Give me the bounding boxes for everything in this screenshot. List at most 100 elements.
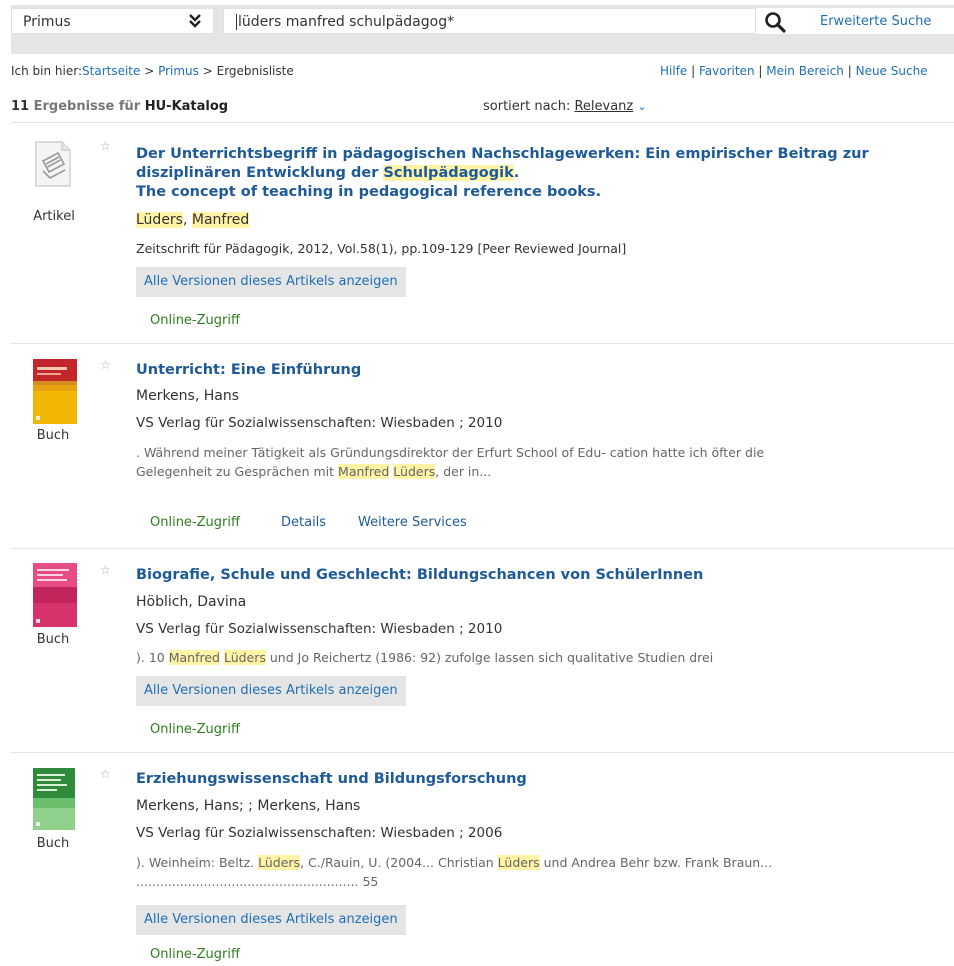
- snippet-highlight: Manfred: [168, 650, 220, 665]
- breadcrumb-home-link[interactable]: Startseite: [82, 64, 140, 78]
- all-versions-button[interactable]: Alle Versionen dieses Artikels anzeigen: [136, 676, 406, 706]
- result-type-label: Artikel: [33, 209, 75, 224]
- utility-links: Hilfe | Favoriten | Mein Bereich | Neue …: [660, 64, 954, 78]
- result-citation: Zeitschrift für Pädagogik, 2012, Vol.58(…: [136, 241, 627, 256]
- author-highlight: Lüders: [136, 212, 183, 228]
- breadcrumb-primus-link[interactable]: Primus: [158, 64, 199, 78]
- result-title[interactable]: Unterricht: Eine Einführung: [136, 361, 946, 380]
- breadcrumb-current: Ergebnisliste: [216, 64, 294, 78]
- result-type-label: Buch: [36, 428, 70, 443]
- breadcrumb-prefix: Ich bin hier:: [11, 64, 83, 78]
- results-count-word: Ergebnisse: [29, 99, 119, 114]
- details-link[interactable]: Details: [281, 515, 326, 530]
- star-icon[interactable]: ☆: [100, 139, 111, 153]
- favorites-link[interactable]: Favoriten: [699, 64, 755, 78]
- search-icon: [765, 12, 786, 33]
- snippet-highlight: Lüders: [258, 855, 301, 870]
- search-button[interactable]: [756, 8, 808, 34]
- scope-select[interactable]: Primus: [11, 8, 214, 34]
- result-snippet: ). Weinheim: Beltz. Lüders, C./Rauin, U.…: [136, 853, 946, 891]
- result-title-line: The concept of teaching in pedagogical r…: [136, 184, 602, 200]
- breadcrumb-separator: >: [140, 64, 159, 78]
- snippet-text: und Andrea Behr bzw. Frank Braun...: [539, 855, 773, 870]
- snippet-line: Gelegenheit zu Gesprächen mit Manfred Lü…: [136, 462, 946, 481]
- star-icon[interactable]: ☆: [100, 358, 111, 372]
- online-access-link[interactable]: Online-Zugriff: [150, 313, 240, 328]
- snippet-line: ........................................…: [136, 874, 379, 889]
- snippet-line: . Während meiner Tätigkeit als Gründungs…: [136, 445, 765, 460]
- result-publisher: VS Verlag für Sozialwissenschaften: Wies…: [136, 621, 503, 637]
- utility-divider: |: [843, 64, 856, 78]
- snippet-text: , der in...: [435, 464, 492, 479]
- online-access-link[interactable]: Online-Zugriff: [150, 722, 240, 737]
- more-services-link[interactable]: Weitere Services: [358, 515, 467, 530]
- result-divider: [11, 548, 954, 549]
- result-title[interactable]: Biografie, Schule und Geschlecht: Bildun…: [136, 566, 946, 585]
- sort-control: sortiert nach: Relevanz ⌄: [483, 99, 647, 114]
- text-caret: [236, 14, 237, 30]
- star-icon[interactable]: ☆: [100, 563, 111, 577]
- double-chevron-down-icon: [189, 14, 201, 28]
- snippet-text: , C./Rauin, U. (2004... Christian: [300, 855, 498, 870]
- sort-select[interactable]: Relevanz: [574, 99, 633, 114]
- all-versions-button[interactable]: Alle Versionen dieses Artikels anzeigen: [136, 267, 406, 297]
- help-link[interactable]: Hilfe: [660, 64, 687, 78]
- book-cover-icon: [33, 768, 75, 830]
- author-text: ,: [182, 212, 192, 228]
- snippet-highlight: Manfred: [338, 464, 390, 479]
- snippet-line: ). 10 Manfred Lüders und Jo Reichertz (1…: [136, 648, 946, 667]
- result-snippet: . Während meiner Tätigkeit als Gründungs…: [136, 443, 946, 481]
- chevron-down-icon[interactable]: ⌄: [637, 100, 646, 113]
- results-count-number: 11: [11, 99, 30, 114]
- result-author[interactable]: Lüders, Manfred: [136, 212, 250, 228]
- results-for-word: für: [118, 99, 145, 114]
- online-access-link[interactable]: Online-Zugriff: [150, 515, 240, 530]
- scope-select-label: Primus: [23, 14, 71, 30]
- results-count: 11 Ergebnisse für HU-Katalog: [11, 99, 228, 114]
- snippet-text: ). Weinheim: Beltz.: [136, 855, 259, 870]
- result-author[interactable]: Merkens, Hans: [136, 388, 239, 404]
- result-title-highlight: Schulpädagogik: [383, 165, 514, 181]
- snippet-text: ). 10: [136, 650, 169, 665]
- result-author[interactable]: Höblich, Davina: [136, 594, 246, 610]
- result-publisher: VS Verlag für Sozialwissenschaften: Wies…: [136, 825, 503, 841]
- new-search-link[interactable]: Neue Suche: [856, 64, 928, 78]
- my-area-link[interactable]: Mein Bereich: [766, 64, 844, 78]
- advanced-search-label: Erweiterte Suche: [820, 14, 932, 29]
- result-type-label: Buch: [36, 836, 70, 851]
- book-cover-icon: [33, 359, 77, 424]
- snippet-text: Gelegenheit zu Gesprächen mit: [136, 464, 339, 479]
- snippet-highlight: Lüders: [497, 855, 540, 870]
- search-input-value: lüders manfred schulpädagog*: [238, 14, 455, 30]
- result-type-label: Buch: [36, 632, 70, 647]
- utility-divider: |: [754, 64, 767, 78]
- sort-label: sortiert nach:: [483, 99, 575, 114]
- all-versions-button[interactable]: Alle Versionen dieses Artikels anzeigen: [136, 905, 406, 935]
- result-title-line: Der Unterrichtsbegriff in pädagogischen …: [136, 146, 869, 162]
- result-title-line: disziplinären Entwicklung der Schulpädag…: [136, 164, 946, 183]
- snippet-highlight: Lüders: [223, 650, 266, 665]
- results-catalog-name: HU-Katalog: [144, 99, 229, 114]
- result-author[interactable]: Merkens, Hans; ; Merkens, Hans: [136, 798, 360, 814]
- snippet-text: und Jo Reichertz (1986: 92) zufolge lass…: [265, 650, 714, 665]
- result-divider: [11, 752, 954, 753]
- online-access-link[interactable]: Online-Zugriff: [150, 947, 240, 962]
- book-cover-icon: [33, 563, 77, 627]
- result-title[interactable]: Der Unterrichtsbegriff in pädagogischen …: [136, 145, 946, 202]
- breadcrumb-separator: >: [198, 64, 217, 78]
- result-title-text: .: [513, 165, 520, 181]
- result-publisher: VS Verlag für Sozialwissenschaften: Wies…: [136, 415, 503, 431]
- result-divider: [11, 122, 954, 123]
- utility-divider: |: [687, 64, 699, 78]
- result-title[interactable]: Erziehungswissenschaft und Bildungsforsc…: [136, 770, 946, 789]
- author-highlight: Manfred: [191, 212, 250, 228]
- advanced-search-link[interactable]: Erweiterte Suche: [808, 8, 954, 34]
- article-icon: [35, 141, 71, 187]
- search-input[interactable]: lüders manfred schulpädagog*: [223, 8, 756, 34]
- star-icon[interactable]: ☆: [100, 767, 111, 781]
- snippet-line: ). Weinheim: Beltz. Lüders, C./Rauin, U.…: [136, 853, 946, 872]
- result-divider: [11, 343, 954, 344]
- result-snippet: ). 10 Manfred Lüders und Jo Reichertz (1…: [136, 648, 946, 667]
- result-title-text: disziplinären Entwicklung der: [136, 165, 384, 181]
- snippet-highlight: Lüders: [393, 464, 436, 479]
